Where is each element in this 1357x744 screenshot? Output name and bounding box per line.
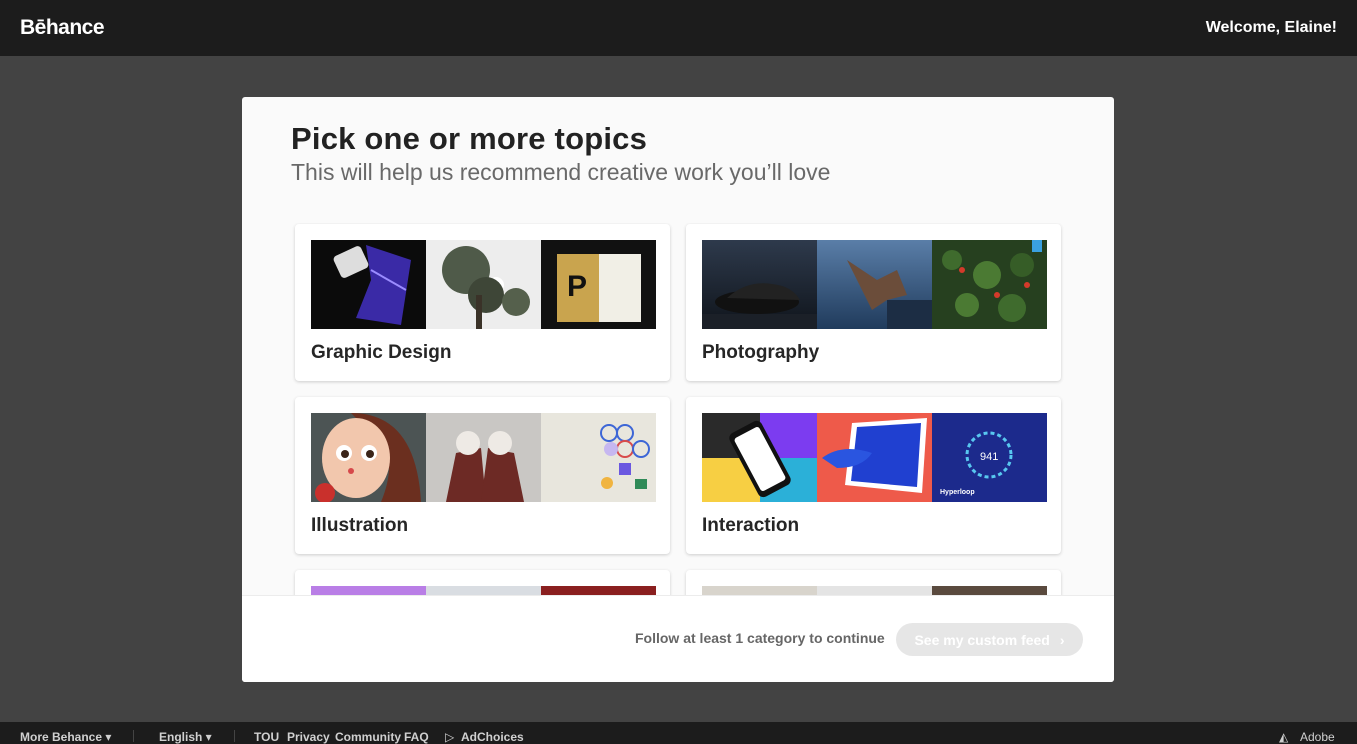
modal-subtitle: This will help us recommend creative wor…	[291, 159, 831, 185]
topic-picker-modal: Pick one or more topics This will help u…	[242, 97, 1114, 682]
see-custom-feed-label: See my custom feed	[914, 631, 1050, 648]
topic-label: Illustration	[311, 515, 409, 536]
thumbnail-image	[932, 586, 1047, 595]
topic-label: Interaction	[702, 515, 800, 536]
svg-text:P: P	[567, 270, 587, 303]
modal-footer: Follow at least 1 category to continue S…	[242, 595, 1114, 682]
modal-header: Pick one or more topics This will help u…	[291, 121, 830, 186]
footer-link-privacy[interactable]: Privacy	[287, 730, 330, 744]
see-custom-feed-button[interactable]: See my custom feed ›	[896, 623, 1083, 656]
thumbnail-image	[817, 413, 932, 502]
footer-divider	[133, 730, 134, 742]
thumbnail-image	[541, 586, 656, 595]
footer-link-faq[interactable]: FAQ	[404, 730, 429, 744]
behance-logo[interactable]: Bēhance	[20, 16, 105, 40]
thumbnail-image	[311, 586, 426, 595]
footer-divider	[234, 730, 235, 742]
thumbnail-image	[426, 413, 541, 502]
topic-thumbnails	[311, 413, 656, 502]
language-dropdown[interactable]: English ▾	[159, 730, 212, 744]
thumbnail-image	[702, 413, 817, 502]
thumbnail-badge-text: 941	[980, 451, 998, 463]
topic-thumbnails: P	[311, 240, 656, 329]
footer-link-adchoices[interactable]: AdChoices	[461, 730, 524, 744]
topic-card[interactable]	[686, 570, 1061, 595]
thumbnail-image	[311, 240, 426, 329]
thumbnail-caption-text: Hyperloop	[940, 489, 975, 496]
thumbnail-image	[702, 240, 817, 329]
topic-card-interaction[interactable]: 941 Hyperloop Interaction	[686, 397, 1061, 554]
adchoices-icon: ▷	[445, 730, 455, 744]
thumbnail-image	[311, 413, 426, 502]
footer-link-community[interactable]: Community	[335, 730, 401, 744]
thumbnail-image	[817, 586, 932, 595]
topic-card[interactable]	[295, 570, 670, 595]
welcome-text: Welcome, Elaine!	[1205, 19, 1337, 36]
footer-link-tou[interactable]: TOU	[254, 730, 279, 744]
topic-card-illustration[interactable]: Illustration	[295, 397, 670, 554]
topic-thumbnails: 941 Hyperloop	[702, 413, 1047, 502]
topic-thumbnails	[702, 586, 1047, 595]
adobe-brand-text[interactable]: Adobe	[1300, 730, 1335, 744]
thumbnail-image	[702, 586, 817, 595]
thumbnail-image	[426, 240, 541, 329]
topic-card-graphic-design[interactable]: P Graphic Design	[295, 224, 670, 381]
top-bar: Bēhance Welcome, Elaine!	[0, 0, 1357, 56]
more-behance-dropdown[interactable]: More Behance ▾	[20, 730, 111, 744]
site-footer: More Behance ▾ English ▾ TOU Privacy Com…	[0, 722, 1357, 744]
topic-thumbnails	[311, 586, 656, 595]
adobe-logo-icon: ◭	[1279, 730, 1289, 744]
follow-hint-text: Follow at least 1 category to continue	[635, 630, 885, 646]
thumbnail-image: P	[541, 240, 656, 329]
topic-label: Graphic Design	[311, 342, 452, 363]
topic-label: Photography	[702, 342, 820, 363]
chevron-right-icon: ›	[1059, 631, 1065, 648]
thumbnail-image: 941 Hyperloop	[932, 413, 1047, 502]
thumbnail-image	[541, 413, 656, 502]
thumbnail-image	[817, 240, 932, 329]
topic-thumbnails	[702, 240, 1047, 329]
topic-card-photography[interactable]: Photography	[686, 224, 1061, 381]
thumbnail-image	[932, 240, 1047, 329]
topic-grid: P Graphic Design Photography Illustratio…	[242, 223, 1114, 595]
modal-title: Pick one or more topics	[291, 121, 648, 156]
thumbnail-image	[426, 586, 541, 595]
